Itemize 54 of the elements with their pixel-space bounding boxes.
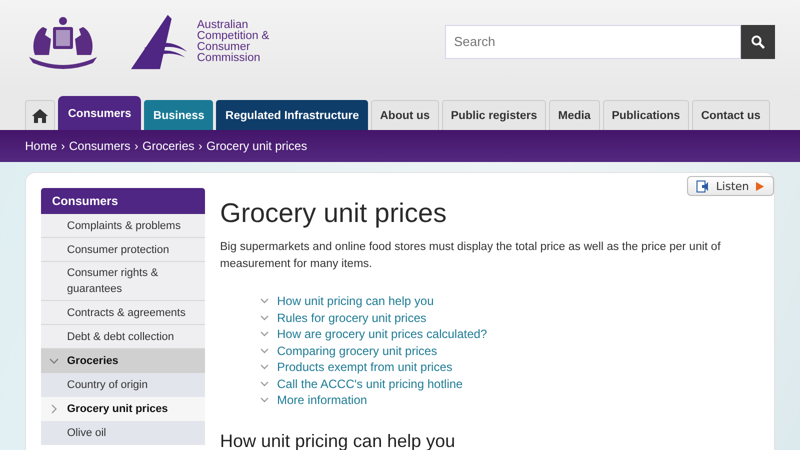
sidebar-heading: Consumers xyxy=(41,188,205,214)
section-link[interactable]: Call the ACCC's unit pricing hotline xyxy=(277,376,463,391)
search-field[interactable]: Search xyxy=(445,24,741,58)
chevron-icon xyxy=(260,298,269,304)
section-heading: How unit pricing can help you xyxy=(220,430,456,450)
section-link[interactable]: Products exempt from unit prices xyxy=(277,360,452,374)
organisation-name: Australian Competition & Consumer Commission xyxy=(197,20,270,64)
play-icon xyxy=(755,180,765,192)
chevron-icon xyxy=(260,397,269,404)
sidebar-item[interactable]: Consumer rights & guarantees xyxy=(41,262,205,301)
page-title: Grocery unit prices xyxy=(220,198,448,229)
intro-paragraph: Big supermarkets and online food stores must display the total price as well as the price per unit of measurement for many items. xyxy=(220,240,722,272)
sidebar-item[interactable]: Country of origin xyxy=(41,373,205,397)
chevron-icon xyxy=(260,348,269,354)
chevron-icon xyxy=(260,364,269,370)
chevron-icon xyxy=(260,380,269,387)
nav-tab[interactable]: Regulated Infrastructure xyxy=(216,100,368,130)
sidebar-item[interactable]: Consumer protection xyxy=(41,238,205,262)
chevron-icon xyxy=(260,314,269,321)
chevron-icon xyxy=(49,404,59,414)
sidebar-item[interactable]: Grocery unit prices xyxy=(41,397,205,421)
chevron-icon xyxy=(260,331,269,338)
accc-logo-icon xyxy=(131,14,189,70)
nav-tab[interactable]: Publications xyxy=(602,100,690,130)
section-link[interactable]: Rules for grocery unit prices xyxy=(277,310,426,325)
breadcrumb-link[interactable]: Home xyxy=(25,139,58,153)
listen-button[interactable]: Listen xyxy=(687,176,774,196)
nav-tab[interactable]: About us xyxy=(370,100,439,130)
home-icon xyxy=(31,108,49,124)
nav-tab[interactable]: Contact us xyxy=(692,100,770,130)
search-icon xyxy=(751,34,765,48)
breadcrumb-link[interactable]: Grocery unit prices xyxy=(206,139,308,153)
nav-tab[interactable]: Consumers xyxy=(58,96,142,130)
sidebar-item[interactable]: Debt & debt collection xyxy=(41,325,205,349)
breadcrumb-separator: › xyxy=(61,139,66,153)
breadcrumb-link[interactable]: Consumers xyxy=(69,139,130,153)
breadcrumb-link[interactable]: Groceries xyxy=(142,139,194,153)
nav-tab[interactable]: Business xyxy=(144,100,214,130)
nav-tab[interactable]: Public registers xyxy=(442,100,546,130)
nav-tab[interactable]: Media xyxy=(549,100,600,130)
section-link[interactable]: More information xyxy=(277,393,368,408)
speaker-icon xyxy=(696,180,710,192)
sidebar-item[interactable]: Contracts & agreements xyxy=(41,301,205,325)
breadcrumb-separator: › xyxy=(198,139,202,153)
home-tab[interactable] xyxy=(25,100,55,130)
sidebar-item[interactable]: Complaints & problems xyxy=(41,214,205,238)
sidebar-item[interactable]: Olive oil xyxy=(41,421,205,445)
search-button[interactable] xyxy=(741,24,775,58)
section-link[interactable]: How are grocery unit prices calculated? xyxy=(277,327,488,342)
sidebar-item[interactable]: Groceries xyxy=(41,349,205,373)
breadcrumb-separator: › xyxy=(134,139,138,153)
section-link[interactable]: How unit pricing can help you xyxy=(277,294,434,308)
section-link[interactable]: Comparing grocery unit prices xyxy=(277,344,438,358)
chevron-icon xyxy=(49,356,59,366)
